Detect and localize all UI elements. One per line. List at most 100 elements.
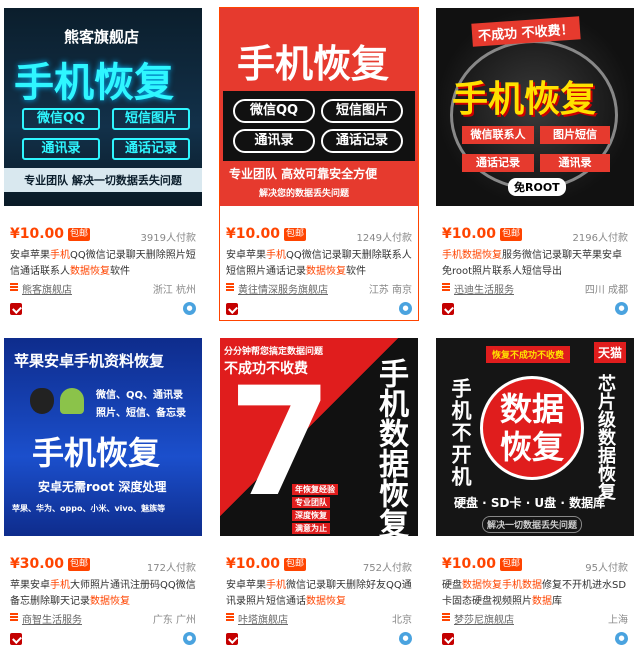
paid-count: 3919人付款 [140,233,196,244]
poster-tmall: 天猫 [594,342,627,363]
title-text: 软件 [346,266,366,277]
free-shipping-badge: 包邮 [284,558,307,571]
highlight-keyword: 手机 [50,250,70,261]
product-title-link[interactable]: 安卓苹果手机QQ微信记录聊天删除照片短信通话联系人数据恢复软件 [10,248,196,280]
shop-row: 黄往情深服务旗舰店 江苏 南京 [226,281,412,296]
poster-title: 手机数据恢复 [373,358,408,536]
product-title-link[interactable]: 苹果安卓手机大师照片通讯注册码QQ微信备忘删除聊天记录数据恢复 [10,578,196,610]
product-card[interactable]: 不成功 不收费！ 手机恢复 微信联系人 图片短信 通话记录 通讯录 免ROOT ¥10.00 包… [436,8,634,320]
tmall-icon[interactable] [442,303,454,315]
shop-row: 熊客旗舰店 浙江 杭州 [10,281,196,296]
poster-pill: 通讯录 [233,129,315,153]
product-image[interactable]: 苹果安卓手机资料恢复 微信、QQ、通讯录 照片、短信、备忘录 手机恢复 安卓无需root… [4,338,202,536]
free-shipping-badge: 包邮 [68,228,91,241]
poster-bottom: 专业团队 高效可靠安全方便 [229,167,378,181]
shop-name-link[interactable]: 咔塔旗舰店 [238,611,288,626]
poster-sub: 解决您的数据丢失问题 [259,189,350,199]
wangwang-chat-icon[interactable]: ● [399,302,412,315]
poster-title: 手机恢复 [452,79,597,120]
highlight-keyword: 手机 [266,250,286,261]
free-shipping-badge: 包邮 [500,228,523,241]
price-row: ¥10.00 包邮 95人付款 [442,556,628,574]
product-title-link[interactable]: 安卓苹果手机微信记录聊天删除好友QQ通讯录照片短信通话数据恢复 [226,578,412,610]
paid-count: 1249人付款 [356,233,412,244]
poster-title: 手机恢复 [32,434,161,472]
paid-count: 752人付款 [362,563,412,574]
android-icon [60,388,84,414]
product-image[interactable]: 分分钟帮您搞定数据问题 不成功不收费 7 手机数据恢复 年恢复经验 专业团队 深度恢复 满意为… [220,338,418,536]
tmall-icon[interactable] [10,633,22,645]
title-text: 安卓苹果 [10,250,50,261]
poster-bottom: 专业团队 解决一切数据丢失问题 [4,168,202,192]
poster-pill: 短信图片 [112,108,190,130]
paid-count: 172人付款 [146,563,196,574]
product-price: ¥10.00 [226,556,281,572]
price-row: ¥10.00 包邮 1249人付款 [226,226,412,244]
poster-title: 手机恢复 [14,60,174,106]
wangwang-chat-icon[interactable]: ● [615,302,628,315]
shop-name-link[interactable]: 迅迪生活服务 [454,281,514,296]
product-title-link[interactable]: 安卓苹果手机QQ微信记录聊天删除联系人短信照片通话记录数据恢复软件 [226,248,412,280]
product-title-link[interactable]: 手机数据恢复服务微信记录聊天苹果安卓免root照片联系人短信导出 [442,248,628,280]
poster-tag: 年恢复经验 [292,484,338,495]
shop-name-link[interactable]: 熊客旗舰店 [22,281,72,296]
shop-name-link[interactable]: 梦莎尼旗舰店 [454,611,514,626]
shop-icon [442,613,450,622]
title-text: 软件 [110,266,130,277]
wangwang-chat-icon[interactable]: ● [183,632,196,645]
poster-title: 手机恢复 [237,42,390,86]
poster-tag: 深度恢复 [292,510,330,521]
poster-pill: 通话记录 [462,154,534,172]
apple-icon [30,388,54,414]
poster-bottom: 硬盘 · SD卡 · U盘 · 数据库 [454,496,606,510]
product-card[interactable]: 分分钟帮您搞定数据问题 不成功不收费 7 手机数据恢复 年恢复经验 专业团队 深度恢复 满意为… [220,338,418,650]
shop-icon [442,283,450,292]
product-image[interactable]: 不成功 不收费！ 手机恢复 微信联系人 图片短信 通话记录 通讯录 免ROOT [436,8,634,206]
wangwang-chat-icon[interactable]: ● [183,302,196,315]
tmall-icon[interactable] [10,303,22,315]
poster-pill: 通话记录 [321,129,403,153]
product-card[interactable]: 手机恢复 微信QQ 短信图片 通讯录 通话记录 专业团队 高效可靠安全方便 解决您的数据丢失… [219,7,419,321]
tmall-icon[interactable] [226,303,238,315]
paid-count: 95人付款 [585,563,628,574]
poster-pill: 通话记录 [112,138,190,160]
shop-location: 四川 成都 [584,285,628,296]
paid-count: 2196人付款 [572,233,628,244]
product-image[interactable]: 手机恢复 微信QQ 短信图片 通讯录 通话记录 专业团队 高效可靠安全方便 解决您的数据丢失… [220,8,418,206]
poster-tag: 满意为止 [292,523,330,534]
highlight-keyword: 数据 [532,596,552,607]
highlight-keyword: 数据恢复 [70,266,110,277]
shop-name-link[interactable]: 黄往情深服务旗舰店 [238,281,328,296]
product-price: ¥10.00 [10,226,65,242]
wangwang-chat-icon[interactable]: ● [615,632,628,645]
product-title-link[interactable]: 硬盘数据恢复手机数据修复不开机进水SD卡固态硬盘视频照片数据库 [442,578,628,610]
price-row: ¥30.00 包邮 172人付款 [10,556,196,574]
poster-list-item: 微信、QQ、通讯录 [96,390,184,401]
poster-pill: 通讯录 [540,154,610,172]
tmall-icon[interactable] [226,633,238,645]
service-row: ● [10,632,196,646]
poster-pill: 短信图片 [321,99,403,123]
service-row: ● [442,302,628,316]
product-card[interactable]: 恢复不成功不收费 天猫 手机不开机 数据恢复 芯片级数据恢复 硬盘 · SD卡 · U盘 … [436,338,634,650]
wangwang-chat-icon[interactable]: ● [399,632,412,645]
poster-circle-text: 数据恢复 [499,390,564,466]
tmall-icon[interactable] [442,633,454,645]
price-row: ¥10.00 包邮 2196人付款 [442,226,628,244]
title-text: 安卓苹果 [226,250,266,261]
product-price: ¥10.00 [442,556,497,572]
product-image[interactable]: 恢复不成功不收费 天猫 手机不开机 数据恢复 芯片级数据恢复 硬盘 · SD卡 · U盘 … [436,338,634,536]
product-card[interactable]: 苹果安卓手机资料恢复 微信、QQ、通讯录 照片、短信、备忘录 手机恢复 安卓无需root… [4,338,202,650]
highlight-keyword: 数据恢复 [90,596,130,607]
shop-icon [226,613,234,622]
highlight-keyword: 手机数据恢复 [442,250,502,261]
poster-left-text: 手机不开机 [448,378,472,488]
shop-name-link[interactable]: 商智生活服务 [22,611,82,626]
poster-list-item: 照片、短信、备忘录 [96,408,186,419]
product-image[interactable]: 熊客旗舰店 手机恢复 微信QQ 短信图片 通讯录 通话记录 专业团队 解决一切数据丢失问题 [4,8,202,206]
poster-pill: 微信联系人 [462,126,534,144]
product-price: ¥10.00 [442,226,497,242]
product-card[interactable]: 熊客旗舰店 手机恢复 微信QQ 短信图片 通讯录 通话记录 专业团队 解决一切数据丢失问题 ¥… [4,8,202,320]
poster-tag: 恢复不成功不收费 [486,346,571,363]
title-text: 苹果安卓 [10,580,50,591]
